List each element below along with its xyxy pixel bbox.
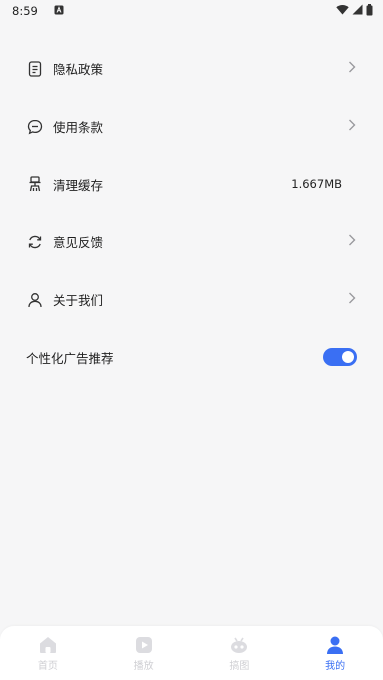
document-icon xyxy=(26,60,44,78)
status-right xyxy=(336,3,373,19)
signal-icon xyxy=(352,4,363,18)
chevron-right-icon xyxy=(347,60,357,77)
settings-row-label: 隐私政策 xyxy=(53,62,104,78)
settings-row-label: 个性化广告推荐 xyxy=(26,350,114,366)
status-time: 8:59 xyxy=(12,4,38,18)
personalized-ads-toggle[interactable] xyxy=(323,348,357,367)
battery-icon xyxy=(366,3,373,19)
tab-play[interactable]: 播放 xyxy=(104,635,184,672)
broom-icon xyxy=(26,175,44,193)
chevron-right-icon xyxy=(347,291,357,308)
settings-row-label: 清理缓存 xyxy=(53,177,104,193)
tab-label: 首页 xyxy=(37,660,58,672)
settings-list: 隐私政策 使用条款 清理缓存 1.667MB 意见反馈 关于我们 个性化广告推荐 xyxy=(0,40,383,386)
bottom-tab-bar: 首页 播放 搞图 我的 xyxy=(0,626,383,680)
status-bar: 8:59 xyxy=(0,0,383,22)
chat-bubble-icon xyxy=(26,118,44,136)
home-icon xyxy=(38,635,58,655)
tab-label: 搞图 xyxy=(229,660,250,672)
cache-size-value: 1.667MB xyxy=(291,177,342,192)
profile-icon xyxy=(325,635,345,655)
tab-pictures[interactable]: 搞图 xyxy=(199,635,279,672)
settings-row-terms-of-use[interactable]: 使用条款 xyxy=(0,98,383,156)
tab-home[interactable]: 首页 xyxy=(8,635,88,672)
settings-row-about-us[interactable]: 关于我们 xyxy=(0,271,383,329)
toggle-knob xyxy=(342,351,354,364)
wifi-icon xyxy=(336,4,349,18)
settings-row-personalized-ads: 个性化广告推荐 xyxy=(0,328,383,386)
settings-row-label: 使用条款 xyxy=(53,120,104,136)
settings-row-label: 意见反馈 xyxy=(53,235,104,251)
settings-row-privacy-policy[interactable]: 隐私政策 xyxy=(0,40,383,98)
a-box-icon xyxy=(54,4,64,18)
settings-row-feedback[interactable]: 意见反馈 xyxy=(0,213,383,271)
person-icon xyxy=(26,291,44,309)
tab-label: 播放 xyxy=(133,660,154,672)
status-left: 8:59 xyxy=(12,4,64,18)
tab-label: 我的 xyxy=(325,660,346,672)
settings-row-label: 关于我们 xyxy=(53,293,104,309)
play-icon xyxy=(134,635,154,655)
chevron-right-icon xyxy=(347,233,357,250)
settings-row-clear-cache[interactable]: 清理缓存 1.667MB xyxy=(0,155,383,213)
tab-mine[interactable]: 我的 xyxy=(295,635,375,672)
chevron-right-icon xyxy=(347,118,357,135)
refresh-icon xyxy=(26,233,44,251)
robot-icon xyxy=(229,635,249,655)
